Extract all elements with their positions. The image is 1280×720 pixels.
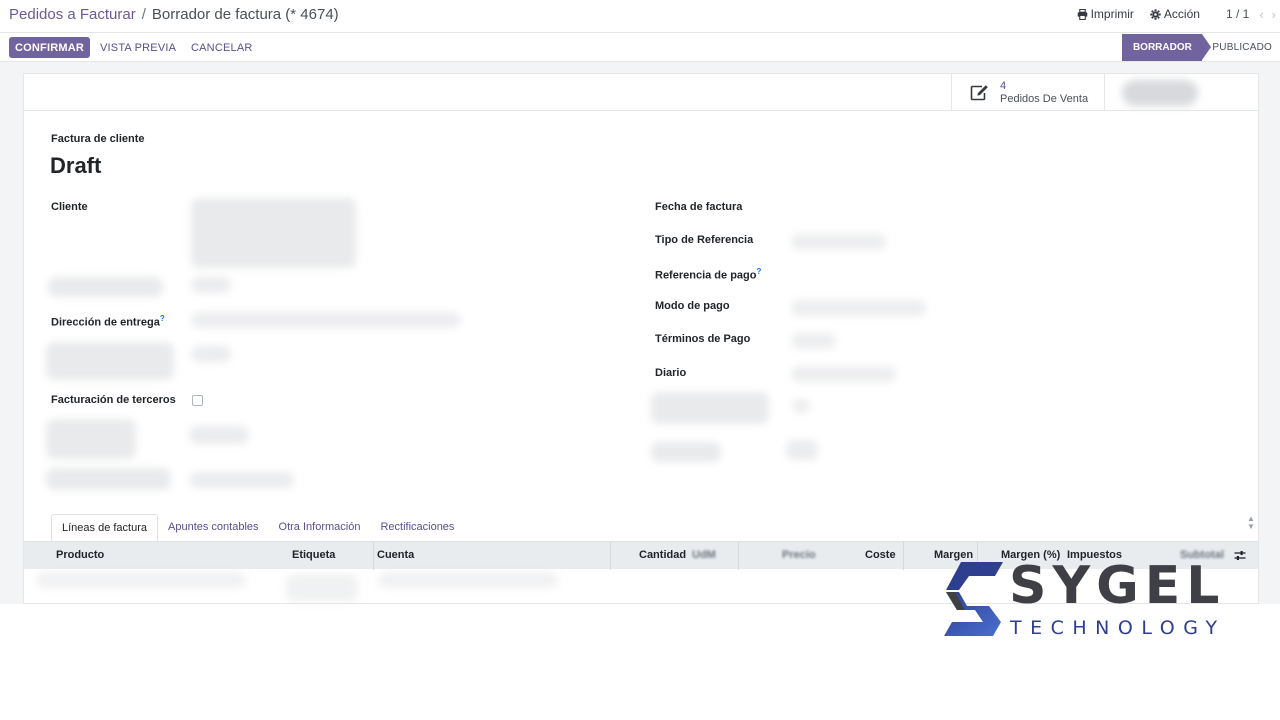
reference-type-label: Tipo de Referencia [655,234,754,246]
scroll-indicator[interactable]: ▲ ▼ [1247,515,1255,537]
form-sheet: 4 Pedidos De Venta Factura de cliente Dr… [23,73,1259,604]
action-menu-button[interactable]: Acción [1150,7,1200,21]
chevron-left-icon[interactable]: ‹ [1259,7,1263,22]
sygel-logo-mark [944,562,1003,636]
print-label: Imprimir [1090,7,1134,21]
column-separator [903,542,904,570]
cliente-label: Cliente [51,201,88,213]
column-header-account[interactable]: Cuenta [377,549,414,561]
tab-other-info[interactable]: Otra Información [269,514,371,541]
notebook-tabs: Líneas de factura Apuntes contables Otra… [51,514,464,541]
redacted-value [792,399,810,413]
third-party-billing-label: Facturación de terceros [51,394,176,406]
print-button[interactable]: Imprimir [1077,7,1134,21]
tab-refunds[interactable]: Rectificaciones [370,514,464,541]
document-type: Factura de cliente [51,133,145,145]
column-header-uom[interactable]: UdM [692,549,716,561]
tab-invoice-lines[interactable]: Líneas de factura [51,514,159,541]
redacted-reference-type [791,234,886,250]
column-header-cost[interactable]: Coste [865,549,896,561]
action-label: Acción [1163,7,1200,21]
third-party-billing-checkbox[interactable] [192,395,203,406]
status-posted[interactable]: PUBLICADO [1212,42,1280,53]
pager-value[interactable]: 1 / 1 [1226,7,1249,21]
logo-wordmark: SYGEL [1009,556,1226,616]
help-icon[interactable]: ? [756,267,761,276]
top-actions: Imprimir Acción 1 / 1 ‹ › [1077,6,1280,22]
redacted-journal [791,366,896,382]
redacted-smart-button [1122,80,1198,106]
redacted-line-label [286,574,358,602]
sales-orders-count: 4 [1000,79,1007,92]
column-header-product[interactable]: Producto [56,549,104,561]
top-bar: Pedidos a Facturar / Borrador de factura (… [0,0,1280,33]
cancel-button[interactable]: CANCELAR [191,37,253,58]
sygel-logo: SYGEL TECHNOLOGY [943,556,1219,640]
redacted-payment-mode [791,300,926,316]
column-header-label[interactable]: Etiqueta [292,549,335,561]
delivery-address-label: Dirección de entrega? [51,314,165,329]
redacted-label [46,419,136,459]
redacted-label [651,442,721,462]
breadcrumb: Pedidos a Facturar / Borrador de factura (… [9,6,339,23]
payment-reference-text: Referencia de pago [655,269,757,282]
edit-icon [970,85,988,101]
smart-button-bar: 4 Pedidos De Venta [24,74,1258,111]
redacted-label [48,277,163,297]
sales-orders-smart-button[interactable]: 4 Pedidos De Venta [951,74,1105,111]
preview-button[interactable]: VISTA PREVIA [100,37,176,58]
printer-icon [1077,8,1087,20]
redacted-delivery-address [191,312,461,328]
column-separator [738,542,739,570]
breadcrumb-current: Borrador de factura (* 4674) [151,6,339,23]
document-name: Draft [50,153,102,178]
status-draft[interactable]: BORRADOR [1122,34,1212,61]
tab-journal-items[interactable]: Apuntes contables [158,514,269,541]
gear-icon [1150,8,1161,20]
redacted-label [651,392,769,424]
control-bar: CONFIRMAR VISTA PREVIA CANCELAR BORRADOR… [0,33,1280,62]
status-bar: BORRADOR PUBLICADO [1122,33,1280,62]
column-header-price[interactable]: Precio [782,549,816,561]
column-separator [373,542,374,570]
redacted-payment-terms [791,333,836,349]
column-separator [610,542,611,570]
column-header-quantity[interactable]: Cantidad [639,549,686,561]
breadcrumb-separator: / [141,6,146,23]
redacted-line-product [36,572,246,588]
confirm-button[interactable]: CONFIRMAR [9,37,90,58]
sliders-icon[interactable] [1234,550,1246,561]
help-icon[interactable]: ? [160,314,165,323]
redacted-line-account [378,572,558,588]
journal-label: Diario [655,367,687,379]
payment-reference-label: Referencia de pago? [655,267,761,282]
redacted-value [191,346,231,362]
logo-subtitle: TECHNOLOGY [1010,617,1226,639]
delivery-address-text: Dirección de entrega [51,316,160,329]
invoice-date-label: Fecha de factura [655,201,743,213]
redacted-value [189,472,294,488]
sales-orders-label: Pedidos De Venta [1000,92,1089,105]
redacted-customer-value [191,198,356,268]
redacted-value [189,426,249,444]
redacted-value [191,277,231,293]
breadcrumb-parent-link[interactable]: Pedidos a Facturar [9,6,136,23]
redacted-label [46,342,174,380]
chevron-right-icon[interactable]: › [1272,7,1276,22]
payment-terms-label: Términos de Pago [655,333,751,345]
redacted-label [46,468,171,490]
payment-mode-label: Modo de pago [655,300,730,312]
redacted-value [786,440,818,460]
